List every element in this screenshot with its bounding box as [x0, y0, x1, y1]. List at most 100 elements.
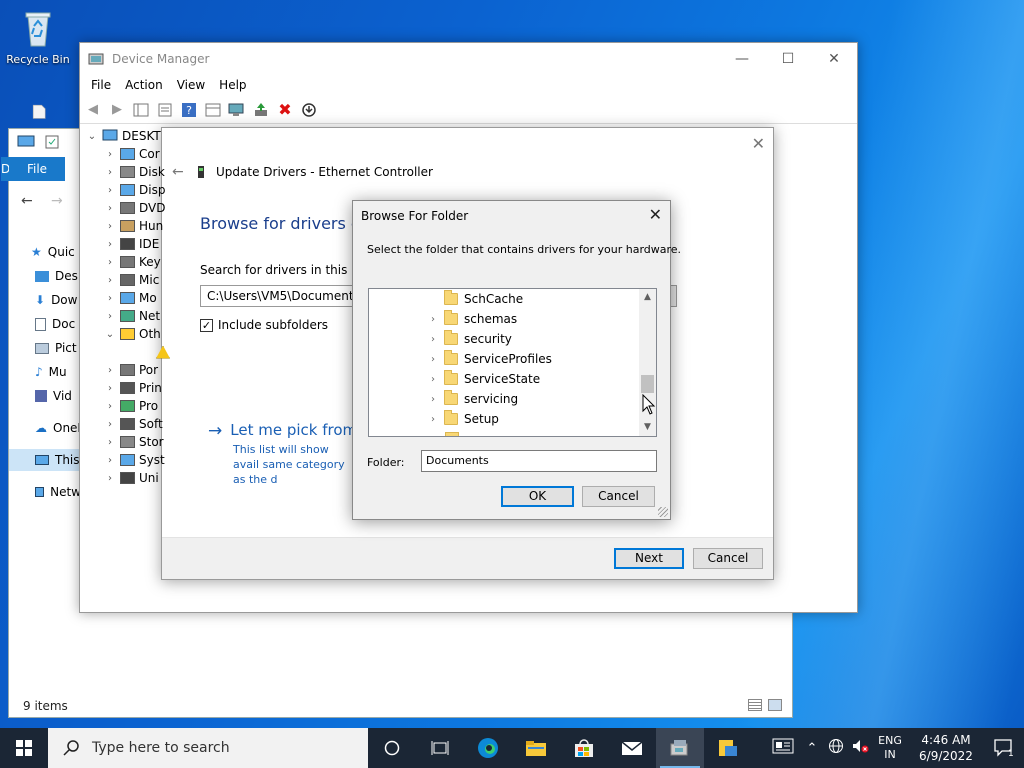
tree-item[interactable]: › Pro — [104, 397, 158, 415]
back-arrow-icon[interactable]: ← — [21, 193, 33, 209]
forward-icon[interactable]: ▶ — [108, 101, 126, 119]
tree-item[interactable]: › IDE — [104, 235, 159, 253]
tree-root[interactable]: ⌄ DESKTO — [86, 127, 170, 145]
expand-arrow-icon[interactable]: › — [104, 221, 116, 232]
uninstall-icon[interactable]: ✖ — [276, 100, 294, 119]
expand-arrow-icon[interactable]: › — [104, 167, 116, 178]
disable-device-icon[interactable] — [300, 101, 318, 119]
expand-arrow-icon[interactable]: › — [104, 185, 116, 196]
tree-item[interactable]: › Syst — [104, 451, 165, 469]
tree-item[interactable]: › Mo — [104, 289, 157, 307]
folder-item[interactable]: › servicing — [369, 389, 518, 409]
expand-arrow-icon[interactable]: › — [104, 257, 116, 268]
update-driver-icon[interactable] — [252, 101, 270, 119]
tree-item[interactable]: › Stor — [104, 433, 164, 451]
taskbar-search-box[interactable]: Type here to search — [48, 728, 368, 768]
task-view-button[interactable] — [416, 728, 464, 768]
expand-arrow-icon[interactable]: › — [104, 473, 116, 484]
collapse-arrow-icon[interactable]: ⌄ — [86, 131, 98, 142]
nav-item-this-pc[interactable]: This — [9, 449, 81, 471]
volume-muted-icon[interactable] — [848, 738, 872, 758]
expand-arrow-icon[interactable]: › — [104, 311, 116, 322]
notification-center-button[interactable]: 1 — [984, 739, 1024, 757]
tree-item[interactable]: › Disk — [104, 163, 165, 181]
include-subfolders-checkbox[interactable]: ✓ — [200, 318, 213, 332]
expand-arrow-icon[interactable]: › — [104, 275, 116, 286]
expand-arrow-icon[interactable]: › — [104, 203, 116, 214]
minimize-button[interactable]: — — [719, 43, 765, 74]
scroll-thumb[interactable] — [641, 375, 654, 393]
properties-icon[interactable] — [45, 135, 59, 149]
tree-item[interactable]: › Net — [104, 307, 160, 325]
help-icon[interactable]: ? — [180, 101, 198, 119]
clock[interactable]: 4:46 AM 6/9/2022 — [908, 732, 984, 764]
network-globe-icon[interactable] — [824, 738, 848, 758]
view-icon[interactable] — [204, 101, 222, 119]
collapse-arrow-icon[interactable]: ⌄ — [104, 329, 116, 340]
menu-view[interactable]: View — [170, 78, 212, 92]
menu-action[interactable]: Action — [118, 78, 170, 92]
nav-item-pictures[interactable]: Pict — [9, 337, 81, 359]
menu-file[interactable]: File — [84, 78, 118, 92]
expand-chevron-icon[interactable]: › — [427, 334, 439, 345]
tree-item[interactable]: › Prin — [104, 379, 162, 397]
taskbar-folder[interactable] — [704, 728, 752, 768]
browse-for-folder-dialog[interactable]: Browse For Folder ✕ Select the folder th… — [352, 200, 681, 520]
desktop-icon-recycle-bin[interactable]: Recycle Bin — [2, 8, 74, 66]
folder-item[interactable]: › ServiceProfiles — [369, 349, 552, 369]
tree-item[interactable]: › Key — [104, 253, 161, 271]
folder-item[interactable]: SchCache — [369, 289, 523, 309]
folder-item[interactable]: › schemas — [369, 309, 517, 329]
scan-hardware-icon[interactable] — [228, 101, 246, 119]
maximize-button[interactable]: ☐ — [765, 43, 811, 74]
expand-arrow-icon[interactable]: › — [104, 149, 116, 160]
taskbar-edge[interactable] — [464, 728, 512, 768]
close-button[interactable]: ✕ — [811, 43, 857, 74]
taskbar-device-manager[interactable] — [656, 728, 704, 768]
nav-item-desktop[interactable]: Des — [9, 265, 81, 287]
tree-item[interactable]: ⌄ Oth — [104, 325, 161, 343]
folder-item[interactable]: › ServiceState — [369, 369, 540, 389]
cancel-button[interactable]: Cancel — [693, 548, 763, 569]
close-icon[interactable]: ✕ — [752, 134, 765, 153]
tree-item[interactable]: › Disp — [104, 181, 165, 199]
nav-item-videos[interactable]: Vid — [9, 385, 81, 407]
resize-grip[interactable] — [658, 507, 668, 517]
nav-item-quick-access[interactable]: ★ Quic — [9, 241, 81, 263]
expand-arrow-icon[interactable]: › — [104, 293, 116, 304]
language-indicator[interactable]: ENG IN — [872, 734, 908, 762]
expand-arrow-icon[interactable]: › — [104, 437, 116, 448]
news-widget-icon[interactable] — [766, 738, 800, 758]
taskbar-store[interactable] — [560, 728, 608, 768]
expand-arrow-icon[interactable]: › — [104, 419, 116, 430]
expand-chevron-icon[interactable]: › — [427, 374, 439, 385]
device-manager-titlebar[interactable]: Device Manager — ☐ ✕ — [80, 43, 857, 74]
scroll-down-icon[interactable]: ▼ — [639, 419, 656, 436]
include-subfolders-row[interactable]: ✓ Include subfolders — [200, 318, 328, 332]
explorer-file-tab[interactable]: File — [9, 157, 65, 181]
large-icons-view-icon[interactable] — [768, 699, 782, 711]
tree-item[interactable]: › Soft — [104, 415, 163, 433]
tree-item[interactable] — [140, 343, 174, 361]
folder-item[interactable]: › security — [369, 329, 512, 349]
nav-item-documents[interactable]: Doc — [9, 313, 81, 335]
show-hide-tree-icon[interactable] — [132, 101, 150, 119]
taskbar-file-explorer[interactable] — [512, 728, 560, 768]
expand-arrow-icon[interactable]: › — [104, 383, 116, 394]
tree-item[interactable]: › Uni — [104, 469, 159, 487]
forward-arrow-icon[interactable]: → — [51, 193, 63, 209]
expand-arrow-icon[interactable]: › — [104, 239, 116, 250]
taskbar-mail[interactable] — [608, 728, 656, 768]
next-button[interactable]: Next — [614, 548, 684, 569]
expand-chevron-icon[interactable]: › — [427, 354, 439, 365]
tree-item[interactable]: › Mic — [104, 271, 159, 289]
expand-arrow-icon[interactable]: › — [104, 365, 116, 376]
nav-item-network[interactable]: Netw — [9, 481, 81, 503]
back-icon[interactable]: ◀ — [84, 101, 102, 119]
nav-item-downloads[interactable]: ⬇ Dow — [9, 289, 81, 311]
tree-item[interactable]: › Hun — [104, 217, 163, 235]
folder-item[interactable]: › Setup — [369, 409, 499, 429]
let-me-pick-link[interactable]: → Let me pick from — [208, 421, 357, 441]
nav-item-music[interactable]: ♪ Mu — [9, 361, 81, 383]
folder-input[interactable]: Documents — [421, 450, 657, 472]
